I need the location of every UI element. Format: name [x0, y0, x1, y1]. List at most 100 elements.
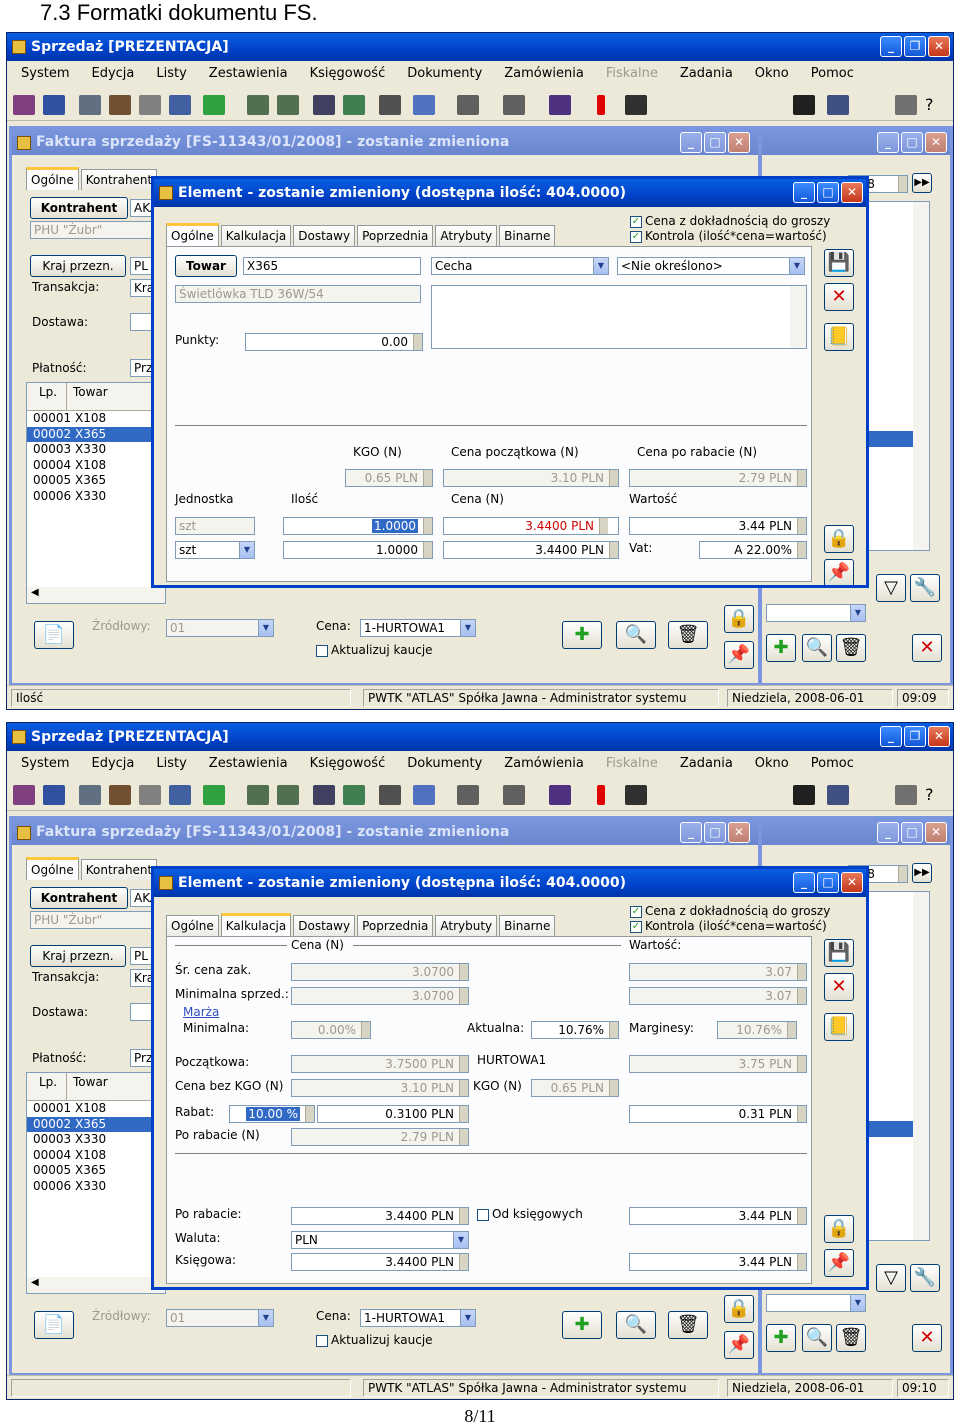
- toolbar-icon-4[interactable]: [109, 785, 131, 805]
- cena-select[interactable]: 1-HURTOWA1 ▼: [360, 619, 476, 637]
- cancel-icon[interactable]: ✕: [824, 973, 854, 1001]
- trash-icon[interactable]: 🗑: [668, 621, 708, 649]
- menu-dokumenty[interactable]: Dokumenty: [407, 753, 482, 775]
- wrench-icon[interactable]: 🔧: [910, 574, 940, 602]
- bg-maximize-button[interactable]: □: [901, 822, 923, 843]
- calendar-icon[interactable]: [413, 95, 435, 115]
- kontrahent-button[interactable]: Kontrahent: [30, 197, 128, 219]
- ledger-icon[interactable]: 📒: [824, 323, 854, 351]
- chart-icon[interactable]: [549, 95, 571, 115]
- po-rabacie-wartosc[interactable]: 3.44 PLN: [629, 1207, 807, 1225]
- ilosc-field-2[interactable]: 1.0000: [283, 541, 433, 559]
- envelope-icon[interactable]: [503, 785, 525, 805]
- tab-dostawy[interactable]: Dostawy: [293, 915, 356, 936]
- invoice-maximize-button[interactable]: □: [704, 132, 726, 153]
- invoice-close-button[interactable]: ✕: [728, 822, 750, 843]
- pin-icon[interactable]: 📌: [724, 1331, 754, 1359]
- toolbar-icon-3[interactable]: [79, 95, 101, 115]
- kraj-button[interactable]: Kraj przezn.: [30, 255, 126, 277]
- tab-poprzednia[interactable]: Poprzednia: [357, 225, 434, 246]
- tab-ogolne[interactable]: Ogólne: [26, 857, 79, 880]
- alert-icon[interactable]: [597, 785, 605, 805]
- add-icon[interactable]: ✚: [562, 1311, 602, 1339]
- toolbar-icon-11[interactable]: [343, 95, 365, 115]
- bg-dropdown[interactable]: ▼: [766, 604, 866, 622]
- toolbar-icon-9[interactable]: [277, 785, 299, 805]
- element-maximize-button[interactable]: □: [817, 182, 839, 203]
- items-list[interactable]: Lp. Towar 00001 X108 00002 X365 00003 X33…: [26, 1072, 166, 1294]
- ledger-icon[interactable]: 📒: [824, 1013, 854, 1041]
- cecha-value-select[interactable]: <Nie określono> ▼: [617, 257, 805, 275]
- toolbar-icon-6[interactable]: [169, 95, 191, 115]
- list-item[interactable]: 00006 X330: [27, 1179, 165, 1195]
- ksiegowa-wartosc[interactable]: 3.44 PLN: [629, 1253, 807, 1271]
- tab-dostawy[interactable]: Dostawy: [293, 225, 356, 246]
- bg-add-icon[interactable]: ✚: [766, 634, 796, 662]
- kaucje-checkbox[interactable]: Aktualizuj kaucje: [316, 643, 433, 657]
- menu-system[interactable]: System: [21, 63, 69, 85]
- chk-dokladnosc[interactable]: ✓ Cena z dokładnością do groszy: [630, 904, 830, 918]
- barcode-icon[interactable]: [793, 95, 815, 115]
- bg-dropdown[interactable]: ▼: [766, 1294, 866, 1312]
- od-ksiegowych-checkbox[interactable]: Od księgowych: [477, 1207, 583, 1221]
- cena-field-2[interactable]: 3.4400 PLN: [443, 541, 619, 559]
- wrench-icon[interactable]: 🔧: [910, 1264, 940, 1292]
- header-towar[interactable]: Towar: [67, 383, 108, 410]
- tab-kontrahent[interactable]: Kontrahent: [80, 859, 158, 880]
- pin-icon[interactable]: 📌: [824, 559, 854, 585]
- menu-zamowienia[interactable]: Zamówienia: [504, 63, 584, 85]
- toolbar-icon-7[interactable]: [203, 95, 225, 115]
- list-item[interactable]: 00003 X330: [27, 1132, 165, 1148]
- toolbar-icon-2[interactable]: [43, 785, 65, 805]
- toolbar-icon-3[interactable]: [79, 785, 101, 805]
- toolbar-icon-10[interactable]: [313, 95, 335, 115]
- bg-cancel-icon[interactable]: ✕: [912, 1324, 942, 1352]
- kontrahent-button[interactable]: Kontrahent: [30, 887, 128, 909]
- chk-kontrola[interactable]: ✓ Kontrola (ilość*cena=wartość): [630, 919, 827, 933]
- envelope-icon[interactable]: [503, 95, 525, 115]
- alert-icon[interactable]: [597, 95, 605, 115]
- ilosc-field-1[interactable]: 1.0000: [283, 517, 433, 535]
- bg-trash-icon[interactable]: 🗑: [836, 1324, 866, 1352]
- invoice-close-button[interactable]: ✕: [728, 132, 750, 153]
- tab-ogolne[interactable]: Ogólne: [166, 915, 219, 936]
- close-button[interactable]: ✕: [928, 36, 950, 57]
- bg-nav-button[interactable]: ▶▶: [912, 863, 932, 883]
- menu-ksiegowosc[interactable]: Księgowość: [310, 753, 386, 775]
- menu-listy[interactable]: Listy: [156, 63, 186, 85]
- kaucje-checkbox[interactable]: Aktualizuj kaucje: [316, 1333, 433, 1347]
- toolbar-icon-7[interactable]: [203, 785, 225, 805]
- toolbar-icon-12[interactable]: [379, 785, 401, 805]
- vat-field[interactable]: A 22.00%: [699, 541, 807, 559]
- tab-kalkulacja[interactable]: Kalkulacja: [220, 913, 292, 936]
- cancel-icon[interactable]: ✕: [824, 283, 854, 311]
- barcode-icon[interactable]: [793, 785, 815, 805]
- bg-close-button[interactable]: ✕: [925, 822, 947, 843]
- bg-search-icon[interactable]: 🔍: [802, 1324, 832, 1352]
- bg-add-icon[interactable]: ✚: [766, 1324, 796, 1352]
- search-icon[interactable]: 🔍: [616, 1311, 656, 1339]
- punkty-field[interactable]: 0.00: [245, 333, 423, 351]
- add-icon[interactable]: ✚: [562, 621, 602, 649]
- toolbar-icon-8[interactable]: [247, 95, 269, 115]
- jednostka-select-2[interactable]: szt ▼: [175, 541, 255, 559]
- menu-okno[interactable]: Okno: [755, 753, 789, 775]
- rabat-wartosc[interactable]: 0.31 PLN: [629, 1105, 807, 1123]
- tab-ogolne[interactable]: Ogólne: [26, 167, 79, 190]
- element-minimize-button[interactable]: _: [793, 182, 815, 203]
- tab-atrybuty[interactable]: Atrybuty: [435, 915, 498, 936]
- menu-zadania[interactable]: Zadania: [680, 63, 733, 85]
- element-maximize-button[interactable]: □: [817, 872, 839, 893]
- toolbar-icon-11[interactable]: [343, 785, 365, 805]
- cena-select[interactable]: 1-HURTOWA1 ▼: [360, 1309, 476, 1327]
- calendar-icon[interactable]: [413, 785, 435, 805]
- tab-binarne[interactable]: Binarne: [499, 915, 556, 936]
- toolbar-icon-5[interactable]: [139, 95, 161, 115]
- menu-edycja[interactable]: Edycja: [91, 753, 134, 775]
- lock-icon[interactable]: 🔒: [824, 1215, 854, 1243]
- element-minimize-button[interactable]: _: [793, 872, 815, 893]
- toolbar-icon-8[interactable]: [247, 785, 269, 805]
- toolbar-icon-4[interactable]: [109, 95, 131, 115]
- bg-search-icon[interactable]: 🔍: [802, 634, 832, 662]
- chk-dokladnosc[interactable]: ✓ Cena z dokładnością do groszy: [630, 214, 830, 228]
